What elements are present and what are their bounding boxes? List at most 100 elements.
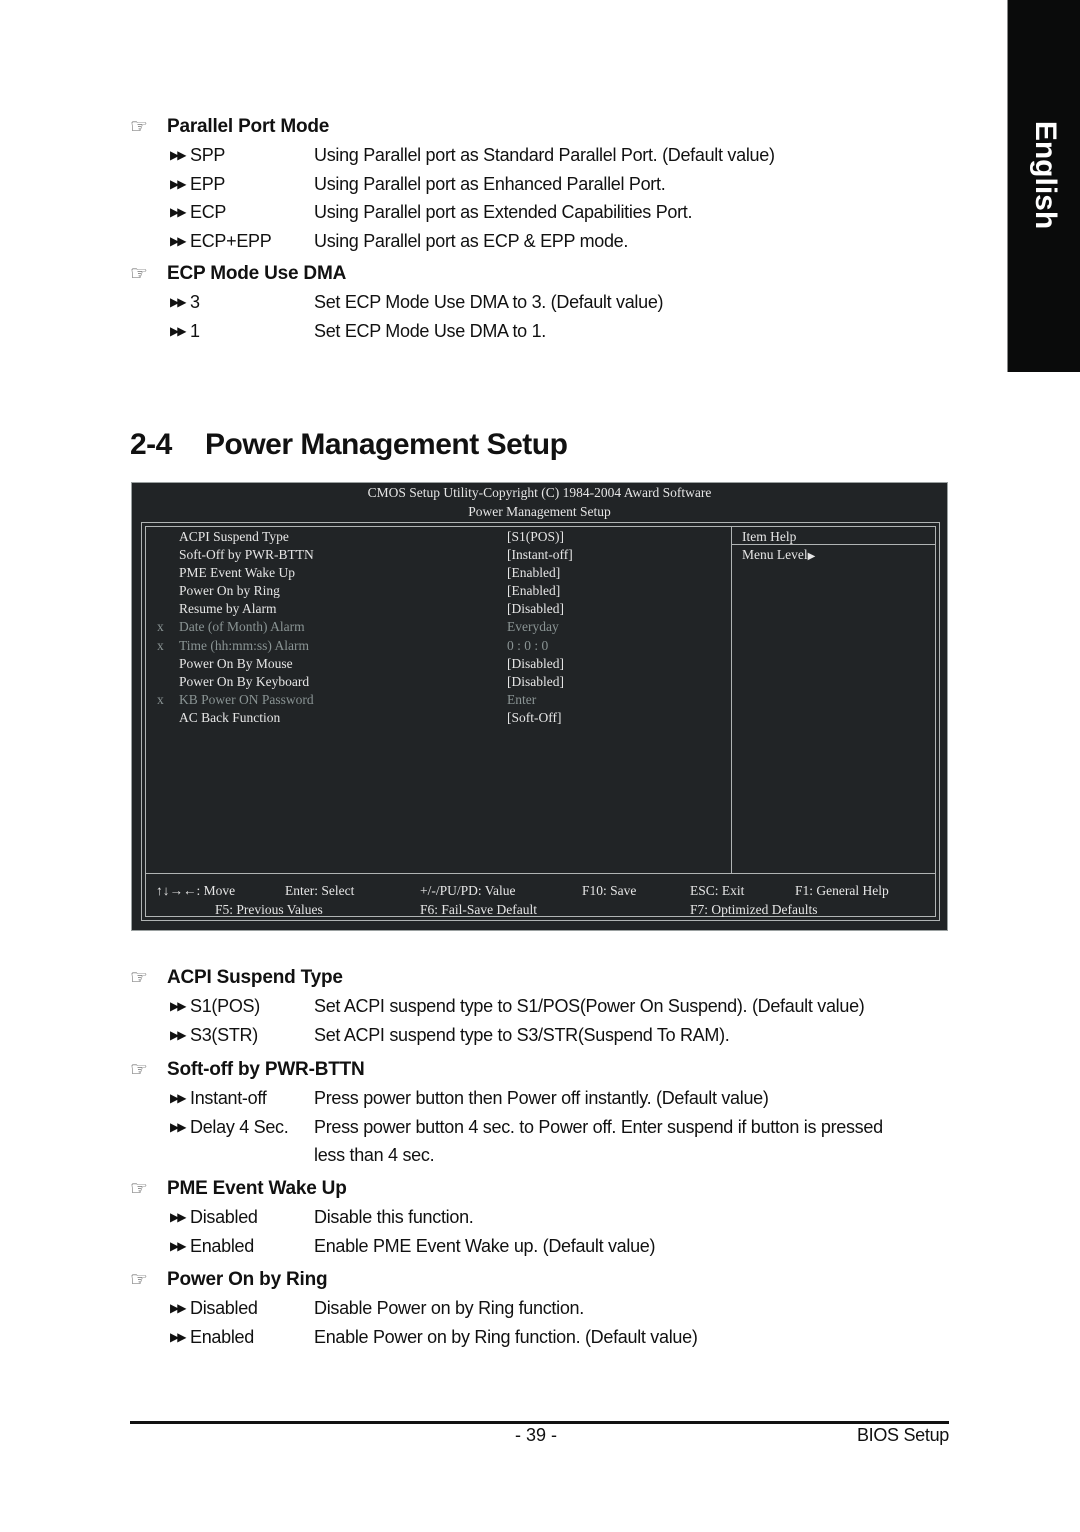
double-arrow-icon: ▶▶	[170, 1238, 186, 1253]
section-ecp-mode-use-dma: ☞ ECP Mode Use DMA ▶▶ 3 Set ECP Mode Use D…	[130, 260, 930, 345]
menu-level-arrow-icon: ▶	[807, 551, 816, 562]
key-move: ↑↓→←: Move	[156, 883, 236, 898]
chapter-title: Power Management Setup	[205, 428, 568, 461]
bios-setting-value[interactable]: [S1(POS)]	[507, 528, 564, 546]
bios-setting-row[interactable]: ACPI Suspend Type [S1(POS)]	[146, 528, 731, 546]
bios-setting-row[interactable]: Power On by Ring [Enabled]	[146, 582, 731, 600]
bios-screen: CMOS Setup Utility-Copyright (C) 1984-20…	[131, 482, 948, 931]
option-desc: Press power button 4 sec. to Power off. …	[314, 1113, 930, 1170]
bios-setting-label: Resume by Alarm	[179, 601, 277, 617]
section-acpi-suspend-type: ☞ ACPI Suspend Type ▶▶ S1(POS) Set ACPI su…	[130, 964, 930, 1049]
bios-setting-value[interactable]: [Disabled]	[507, 655, 564, 673]
footer-rule	[130, 1421, 949, 1424]
pointing-hand-icon: ☞	[130, 1269, 148, 1291]
disabled-marker: x	[157, 619, 164, 635]
bios-setting-value: Enter	[507, 691, 537, 707]
option-desc: Set ACPI suspend type to S1/POS(Power On…	[314, 996, 865, 1016]
section-pme-event-wake-up: ☞ PME Event Wake Up ▶▶ Disabled Disable th…	[130, 1175, 930, 1260]
option-row: ▶▶ S1(POS) Set ACPI suspend type to S1/POS…	[130, 992, 930, 1021]
option-row: ▶▶ ECP+EPP Using Parallel port as ECP & EP…	[130, 227, 930, 256]
option-desc: Using Parallel port as ECP & EPP mode.	[314, 230, 629, 251]
section-parallel-port-mode: ☞ Parallel Port Mode ▶▶ SPP Using Parallel…	[130, 113, 930, 255]
bios-frame: ACPI Suspend Type [S1(POS)] Soft-Off by PW…	[141, 522, 940, 921]
bios-setting-row[interactable]: Resume by Alarm [Disabled]	[146, 600, 731, 618]
bios-setting-value[interactable]: [Enabled]	[507, 582, 560, 600]
option-name: 3	[190, 292, 200, 312]
bios-setting-value[interactable]: [Disabled]	[507, 673, 564, 691]
option-name: SPP	[190, 145, 226, 165]
bios-setting-value[interactable]: [Soft-Off]	[507, 709, 562, 727]
bios-setting-label: ACPI Suspend Type	[179, 529, 289, 544]
chapter-number: 2-4	[130, 428, 172, 461]
double-arrow-icon: ▶▶	[170, 295, 186, 309]
double-arrow-icon: ▶▶	[170, 999, 186, 1013]
option-row: ▶▶ Enabled Enable PME Event Wake up. (Defa…	[130, 1232, 930, 1261]
double-arrow-icon: ▶▶	[170, 323, 186, 338]
bios-setting-value: 0 : 0 : 0	[507, 637, 549, 653]
bios-setting-label: PME Event Wake Up	[179, 565, 296, 581]
bios-setting-label: AC Back Function	[179, 709, 281, 725]
section-title: Parallel Port Mode	[167, 116, 330, 137]
page-number: - 39 -	[515, 1425, 558, 1445]
option-row: ▶▶ S3(STR) Set ACPI suspend type to S3/STR…	[130, 1021, 930, 1050]
option-desc: Set ACPI suspend type to S3/STR(Suspend …	[314, 1024, 730, 1045]
bios-setting-row[interactable]: Power On By Keyboard [Disabled]	[146, 673, 731, 691]
key-value: +/-/PU/PD: Value	[420, 883, 516, 898]
option-name: EPP	[190, 173, 226, 194]
double-arrow-icon: ▶▶	[170, 233, 186, 248]
key-previous-values: F5: Previous Values	[215, 902, 323, 917]
bios-setting-row[interactable]: AC Back Function [Soft-Off]	[146, 709, 731, 727]
option-desc: Disable this function.	[314, 1207, 474, 1227]
disabled-marker: x	[157, 637, 164, 653]
bios-setting-value[interactable]: [Disabled]	[507, 600, 564, 618]
option-desc-line2: less than 4 sec.	[314, 1145, 435, 1165]
bios-setting-row[interactable]: Power On By Mouse [Disabled]	[146, 655, 731, 673]
option-row: ▶▶ Disabled Disable this function.	[130, 1203, 930, 1232]
bios-setting-label: Power On by Ring	[179, 583, 280, 599]
pointing-hand-icon: ☞	[130, 967, 148, 989]
language-tab: English	[1007, 0, 1080, 372]
bios-setting-label: Date (of Month) Alarm	[179, 619, 305, 635]
language-tab-label: English	[1028, 120, 1062, 230]
section-title: Power On by Ring	[167, 1269, 328, 1290]
double-arrow-icon: ▶▶	[170, 148, 186, 162]
option-row: ▶▶ Enabled Enable Power on by Ring functio…	[130, 1323, 930, 1352]
double-arrow-icon: ▶▶	[170, 1210, 186, 1224]
key-general-help: F1: General Help	[795, 883, 889, 898]
option-name: S3(STR)	[190, 1024, 258, 1045]
divider	[731, 527, 732, 873]
double-arrow-icon: ▶▶	[170, 176, 186, 191]
footer-section-label: BIOS Setup	[856, 1425, 949, 1445]
option-row: ▶▶ Disabled Disable Power on by Ring funct…	[130, 1294, 930, 1323]
section-title: ACPI Suspend Type	[167, 967, 343, 988]
bios-setting-row[interactable]: PME Event Wake Up [Enabled]	[146, 564, 731, 582]
double-arrow-icon: ▶▶	[170, 1027, 186, 1042]
bios-header-title: Power Management Setup	[468, 504, 611, 519]
double-arrow-icon: ▶▶	[170, 1301, 186, 1315]
key-exit: ESC: Exit	[690, 883, 745, 898]
bios-setting-label: KB Power ON Password	[179, 691, 314, 707]
bios-key-legend: ↑↓→←: Move Enter: Select +/-/PU/PD: Valu…	[146, 881, 935, 919]
key-select: Enter: Select	[285, 883, 355, 898]
option-row: ▶▶ 1 Set ECP Mode Use DMA to 1.	[130, 317, 930, 346]
option-desc: Disable Power on by Ring function.	[314, 1298, 584, 1318]
section-power-on-by-ring: ☞ Power On by Ring ▶▶ Disabled Disable Pow…	[130, 1266, 930, 1351]
divider	[146, 873, 935, 874]
bios-setting-row[interactable]: Soft-Off by PWR-BTTN [Instant-off]	[146, 546, 731, 564]
disabled-marker: x	[157, 691, 164, 707]
option-name: Enabled	[190, 1235, 254, 1256]
pointing-hand-icon: ☞	[130, 263, 148, 285]
bios-setting-row: x KB Power ON Password Enter	[146, 691, 731, 709]
option-name: Disabled	[190, 1207, 258, 1227]
bios-setting-row: x Time (hh:mm:ss) Alarm 0 : 0 : 0	[146, 637, 731, 655]
option-desc: Enable PME Event Wake up. (Default value…	[314, 1235, 656, 1256]
option-name: ECP	[190, 202, 227, 222]
option-desc: Using Parallel port as Extended Capabili…	[314, 202, 693, 222]
bios-setting-value[interactable]: [Instant-off]	[507, 546, 573, 564]
bios-setting-value[interactable]: [Enabled]	[507, 564, 560, 582]
option-desc: Enable Power on by Ring function. (Defau…	[314, 1326, 698, 1347]
pointing-hand-icon: ☞	[130, 116, 148, 138]
bios-setting-label: Soft-Off by PWR-BTTN	[179, 547, 314, 563]
menu-level: Menu Level▶	[742, 546, 815, 564]
option-row: ▶▶ EPP Using Parallel port as Enhanced Par…	[130, 170, 930, 199]
